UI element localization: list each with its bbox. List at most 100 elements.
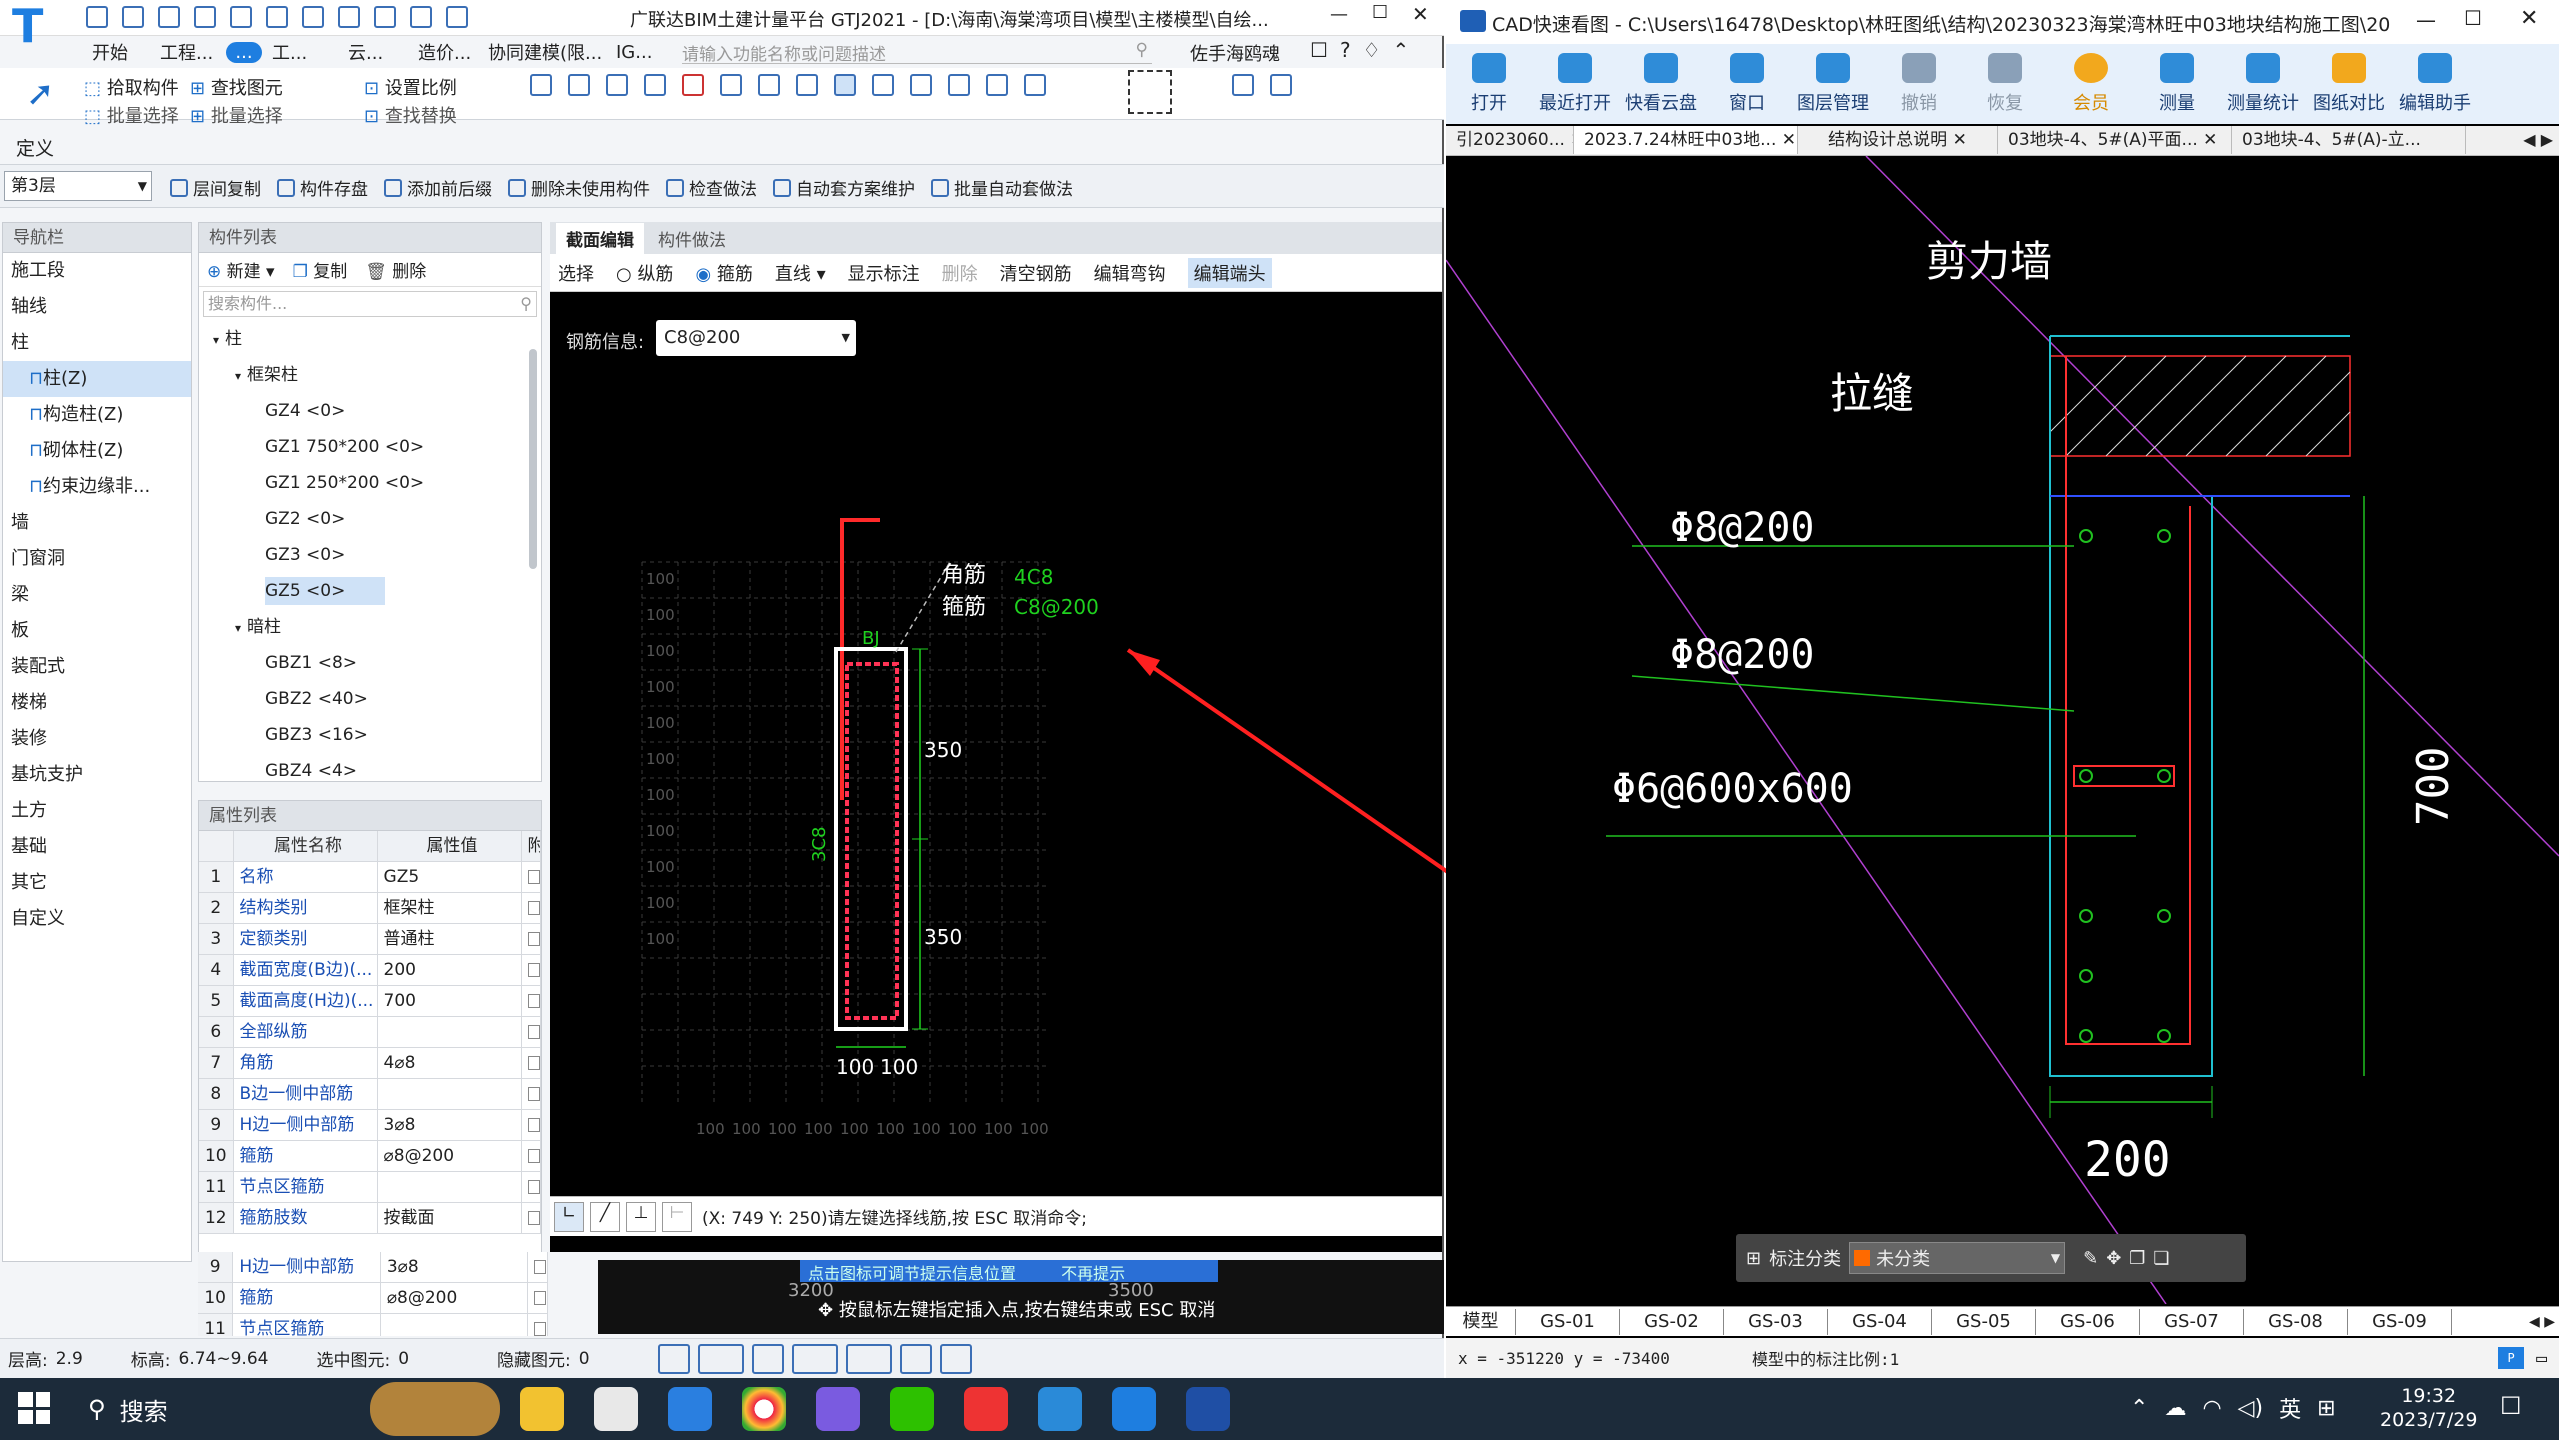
sheet-tab[interactable]: GS-08 <box>2244 1308 2348 1335</box>
tree-item[interactable]: GZ4 <0> <box>209 393 541 429</box>
property-row[interactable]: 10 箍筋 ⌀8@200 <box>199 1141 541 1172</box>
delete-component-button[interactable]: 🗑 删除 <box>365 257 426 282</box>
batch-auto-button[interactable]: 批量自动套做法 <box>931 175 1073 200</box>
add-prefix-button[interactable]: 添加前后缀 <box>384 175 492 200</box>
annotation-select[interactable]: 未分类 ▼ <box>1849 1242 2066 1274</box>
edit-icon[interactable] <box>374 6 396 28</box>
brush-icon[interactable] <box>1270 74 1292 96</box>
sheet-tab[interactable]: GS-06 <box>2036 1308 2140 1335</box>
cad-tab-3[interactable]: 结构设计总说明 ✕ <box>1798 126 1998 154</box>
show-dimension-tool[interactable]: 显示标注 <box>848 260 920 286</box>
tree-item[interactable]: GZ1 750*200 <0> <box>209 429 541 465</box>
property-row[interactable]: 9 H边一侧中部筋 3⌀8 <box>199 1110 541 1141</box>
start-button[interactable] <box>18 1392 50 1424</box>
message-icon[interactable]: ☐ <box>1310 38 1340 62</box>
select-arrow-icon[interactable]: ➚ <box>26 74 55 114</box>
sheet-tab[interactable]: GS-05 <box>1932 1308 2036 1335</box>
property-row[interactable]: 11 节点区箍筋 <box>199 1172 541 1203</box>
compare-button[interactable]: 图纸对比 <box>2306 53 2392 115</box>
trim-icon[interactable] <box>796 74 818 96</box>
browser-icon[interactable] <box>742 1387 786 1431</box>
collapse-icon[interactable]: ⌃ <box>1393 38 1422 62</box>
prop-value[interactable]: 按截面 <box>378 1203 522 1233</box>
vip-button[interactable]: 会员 <box>2048 53 2134 115</box>
tree-item[interactable]: GZ3 <0> <box>209 537 541 573</box>
rebar-icon[interactable] <box>986 74 1008 96</box>
sheet-tab[interactable]: GS-02 <box>1620 1308 1724 1335</box>
nav-item[interactable]: ⊓ 构造柱(Z) <box>3 397 191 433</box>
angle-icon[interactable]: ╱ <box>590 1201 620 1232</box>
tree-item[interactable]: GZ2 <0> <box>209 501 541 537</box>
checkbox[interactable] <box>527 963 540 977</box>
set-scale-tool[interactable]: ⊡ 设置比例 <box>364 74 457 100</box>
check-method-button[interactable]: 检查做法 <box>666 175 757 200</box>
expand-icon[interactable]: ▾ <box>213 333 219 347</box>
clock[interactable]: 19:32 2023/7/29 <box>2380 1384 2477 1432</box>
property-row[interactable]: 9 H边一侧中部筋 3⌀8 <box>198 1252 548 1283</box>
nav-item[interactable]: 柱 <box>3 325 191 361</box>
calc-icon[interactable] <box>266 6 288 28</box>
notification-icon[interactable]: ☐ <box>2500 1392 2522 1420</box>
mode-icon[interactable]: P <box>2498 1347 2525 1369</box>
copy-annotation-icon[interactable]: ❐ <box>2129 1248 2145 1269</box>
prop-value[interactable] <box>378 1079 522 1109</box>
cad-app-icon[interactable] <box>1186 1387 1230 1431</box>
calc-app-icon[interactable] <box>1038 1387 1082 1431</box>
property-row[interactable]: 11 节点区箍筋 <box>198 1314 548 1336</box>
wifi-icon[interactable]: ◠ <box>2202 1396 2221 1421</box>
edit-assistant-button[interactable]: 编辑助手 <box>2392 53 2478 115</box>
prop-value[interactable]: ⌀8@200 <box>378 1141 522 1171</box>
find-replace-tool[interactable]: ⊡ 查找替换 <box>364 102 457 128</box>
copy-icon[interactable] <box>568 74 590 96</box>
prop-value[interactable]: 200 <box>378 955 522 985</box>
cross-status-icon[interactable] <box>751 1343 784 1374</box>
redo-icon[interactable] <box>230 6 252 28</box>
sheet-scroll-arrows[interactable]: ◀ ▶ <box>2529 1314 2559 1330</box>
nav-item[interactable]: 自定义 <box>3 901 191 937</box>
skin-icon[interactable]: ♢ <box>1363 38 1393 62</box>
checkbox[interactable] <box>534 1260 547 1274</box>
grid-tool-icon[interactable] <box>1128 70 1172 114</box>
tree-item[interactable]: GZ5 <0> <box>209 573 541 609</box>
cad-maximize[interactable]: ☐ <box>2464 6 2482 30</box>
nav-item[interactable]: 装修 <box>3 721 191 757</box>
tab-cloud[interactable]: 云... <box>348 39 418 65</box>
expand-icon[interactable]: ▾ <box>235 369 241 383</box>
tab-start[interactable]: 开始 <box>60 39 160 65</box>
nav-item[interactable]: 梁 <box>3 577 191 613</box>
line-tool[interactable]: 直线 ▾ <box>775 260 826 286</box>
property-row[interactable]: 3 定额类别 普通柱 <box>199 924 541 955</box>
sheet-tab[interactable]: 模型 <box>1446 1308 1516 1335</box>
nav-item[interactable]: 基坑支护 <box>3 757 191 793</box>
layer-button[interactable]: 图层管理 <box>1790 53 1876 115</box>
undo-button[interactable]: 撤销 <box>1876 53 1962 115</box>
checkbox[interactable] <box>527 932 540 946</box>
mail-icon[interactable] <box>668 1387 712 1431</box>
sheet-tab[interactable]: GS-01 <box>1516 1308 1620 1335</box>
checkbox[interactable] <box>527 1118 540 1132</box>
tab-ig[interactable]: IG... <box>616 42 666 63</box>
volume-icon[interactable]: ◁) <box>2238 1396 2264 1421</box>
save-component-button[interactable]: 构件存盘 <box>277 175 368 200</box>
edit-end-tool[interactable]: 编辑端头 <box>1187 257 1272 288</box>
offset-icon[interactable] <box>758 74 780 96</box>
nav-item[interactable]: 墙 <box>3 505 191 541</box>
copy-component-button[interactable]: ❐ 复制 <box>293 257 348 282</box>
move-icon[interactable] <box>834 74 856 96</box>
nav-item[interactable]: 装配式 <box>3 649 191 685</box>
section-canvas[interactable]: 100100100100100100100100100100100100 100 1… <box>550 362 1442 1252</box>
tree-item[interactable]: GZ1 250*200 <0> <box>209 465 541 501</box>
nav-item[interactable]: 板 <box>3 613 191 649</box>
snap-icon[interactable]: ⊢ <box>662 1201 692 1232</box>
close-button[interactable]: ✕ <box>1412 2 1429 26</box>
view-icon[interactable] <box>302 6 324 28</box>
layer-icon[interactable] <box>530 74 552 96</box>
nav-item[interactable]: 土方 <box>3 793 191 829</box>
prop-value[interactable]: 普通柱 <box>378 924 522 954</box>
tab-cost[interactable]: 造价... <box>418 39 488 65</box>
tray-chevron-icon[interactable]: ⌃ <box>2130 1396 2148 1421</box>
cad-tab-4[interactable]: 03地块-4、5#(A)平面... ✕ <box>1998 126 2232 154</box>
checkbox[interactable] <box>527 1025 540 1039</box>
checkbox[interactable] <box>527 1149 540 1163</box>
tab-section-edit[interactable]: 截面编辑 <box>556 223 644 254</box>
